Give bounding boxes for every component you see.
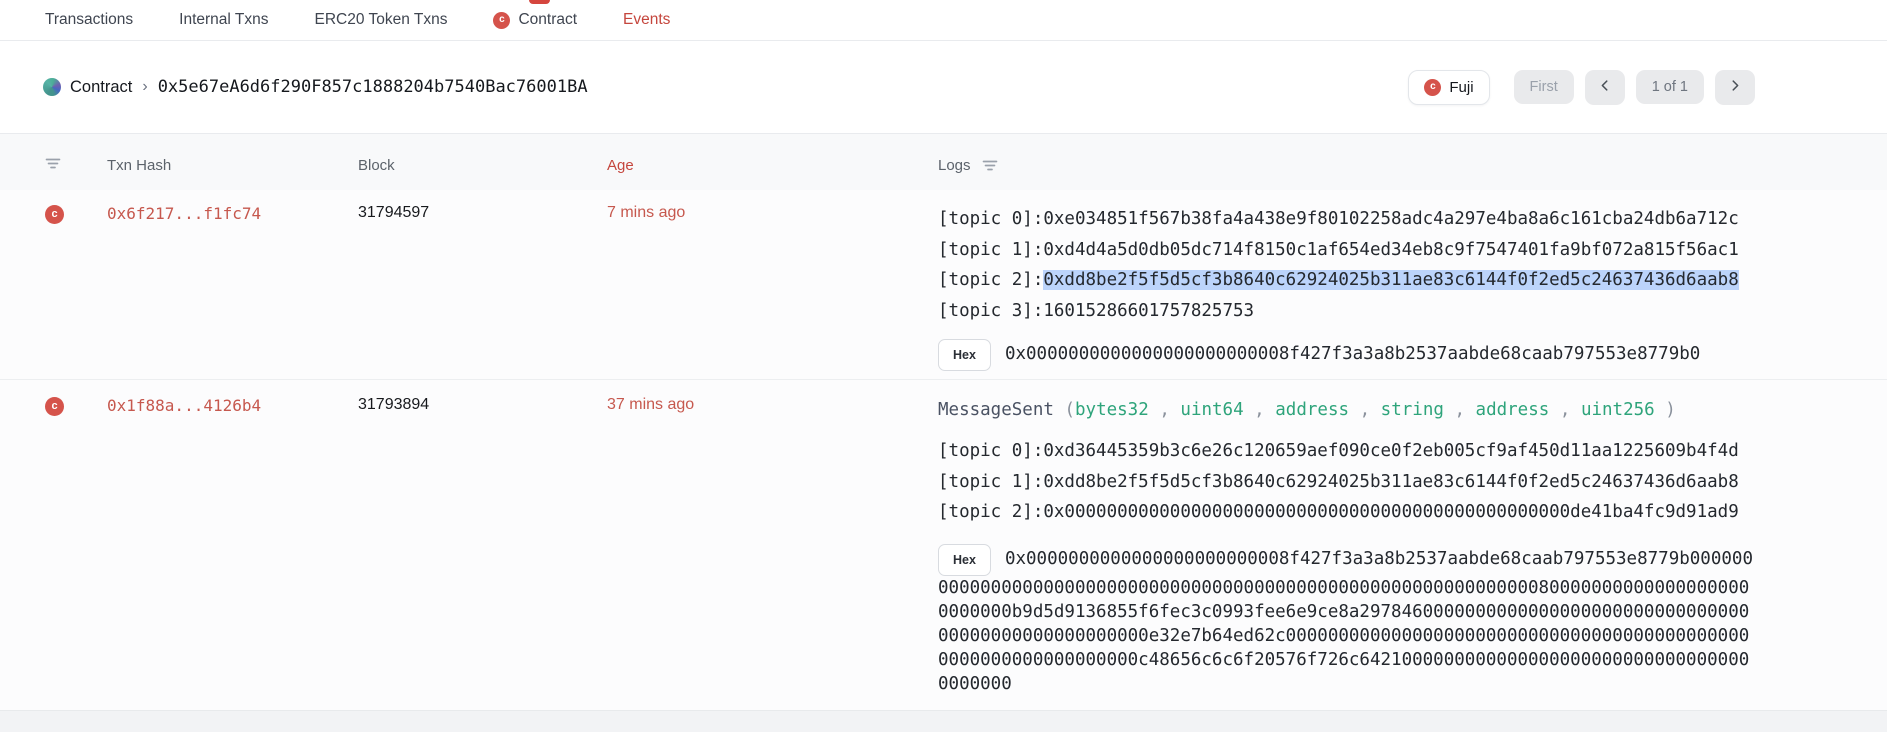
topic-value: 0xd4d4a5d0db05dc714f8150c1af654ed34eb8c9… xyxy=(1043,240,1738,260)
comma: , xyxy=(1360,400,1371,420)
tab-contract[interactable]: c Contract xyxy=(493,11,577,29)
hex-toggle-button[interactable]: Hex xyxy=(938,339,991,371)
breadcrumb-label: Contract xyxy=(70,78,132,97)
tab-label: Events xyxy=(623,11,670,29)
tab-events[interactable]: Events xyxy=(623,11,670,29)
network-name: Fuji xyxy=(1449,79,1473,96)
col-header-txn-hash: Txn Hash xyxy=(107,157,358,174)
event-log-row: c 0x6f217...f1fc74 31794597 7 mins ago [… xyxy=(0,190,1887,380)
comma: , xyxy=(1254,400,1265,420)
topic-value: 0xe034851f567b38fa4a438e9f80102258adc4a2… xyxy=(1043,209,1738,229)
topic-line: [topic 0]:0xd36445359b3c6e26c120659aef09… xyxy=(938,436,1887,467)
topic-label: [topic 1]: xyxy=(938,472,1043,492)
chevron-left-icon xyxy=(1598,78,1612,97)
topic-label: [topic 2]: xyxy=(938,502,1043,522)
col-header-age[interactable]: Age xyxy=(607,157,938,174)
topic-label: [topic 1]: xyxy=(938,240,1043,260)
topic-label: [topic 2]: xyxy=(938,270,1043,290)
param-type: string xyxy=(1381,400,1444,420)
log-data: Hex 0x0000000000000000000000008f427f3a3a8… xyxy=(938,339,1758,371)
logs-cell: [topic 0]:0xe034851f567b38fa4a438e9f8010… xyxy=(938,202,1887,371)
block-number: 31793894 xyxy=(358,396,429,413)
event-signature: MessageSent (bytes32 , uint64 , address … xyxy=(938,396,1887,424)
topic-line: [topic 2]:0xdd8be2f5f5d5cf3b8640c6292402… xyxy=(938,265,1887,296)
topic-label: [topic 3]: xyxy=(938,301,1043,321)
hex-data: 0x0000000000000000000000008f427f3a3a8b25… xyxy=(1005,344,1700,364)
paren-open: ( xyxy=(1064,400,1075,420)
prev-page-button[interactable] xyxy=(1585,70,1625,105)
page-indicator: 1 of 1 xyxy=(1636,70,1704,104)
comma: , xyxy=(1159,400,1170,420)
event-name: MessageSent xyxy=(938,400,1054,420)
topic-value: 0xdd8be2f5f5d5cf3b8640c62924025b311ae83c… xyxy=(1043,472,1738,492)
tab-label: Internal Txns xyxy=(179,11,268,29)
txn-hash-link[interactable]: 0x1f88a...4126b4 xyxy=(107,396,261,415)
topic-value: 0x00000000000000000000000000000000000000… xyxy=(1043,502,1738,522)
table-header: Txn Hash Block Age Logs xyxy=(0,134,1887,190)
param-type: bytes32 xyxy=(1075,400,1149,420)
tab-label: Transactions xyxy=(45,11,133,29)
col-header-logs: Logs xyxy=(938,157,971,174)
breadcrumb-separator-icon: › xyxy=(141,78,148,96)
logs-filter-icon[interactable] xyxy=(982,159,998,172)
contract-avatar-icon xyxy=(43,78,61,96)
param-type: address xyxy=(1275,400,1349,420)
tab-internal-txns[interactable]: Internal Txns xyxy=(179,11,268,29)
first-page-button[interactable]: First xyxy=(1514,70,1574,104)
topic-label: [topic 0]: xyxy=(938,441,1043,461)
tab-transactions[interactable]: Transactions xyxy=(45,11,133,29)
log-data: Hex0x0000000000000000000000008f427f3a3a8… xyxy=(938,544,1758,696)
clipped-badge xyxy=(529,0,550,4)
topic-label: [topic 0]: xyxy=(938,209,1043,229)
topic-line: [topic 0]:0xe034851f567b38fa4a438e9f8010… xyxy=(938,204,1887,235)
network-badge-button[interactable]: c Fuji xyxy=(1408,70,1489,105)
paren-close: ) xyxy=(1665,400,1676,420)
tab-label: Contract xyxy=(518,11,577,29)
next-page-button[interactable] xyxy=(1715,70,1755,105)
filter-icon[interactable] xyxy=(45,157,61,170)
topic-value-selected: 0xdd8be2f5f5d5cf3b8640c62924025b311ae83c… xyxy=(1043,270,1738,290)
logs-cell: MessageSent (bytes32 , uint64 , address … xyxy=(938,394,1887,696)
hex-toggle-button[interactable]: Hex xyxy=(938,544,991,576)
age-text: 37 mins ago xyxy=(607,396,694,413)
age-text: 7 mins ago xyxy=(607,204,685,221)
tab-erc20-token-txns[interactable]: ERC20 Token Txns xyxy=(314,11,447,29)
topic-value: 0xd36445359b3c6e26c120659aef090ce0f2eb00… xyxy=(1043,441,1738,461)
topic-value: 16015286601757825753 xyxy=(1043,301,1254,321)
topic-line: [topic 2]:0x0000000000000000000000000000… xyxy=(938,497,1887,528)
comma: , xyxy=(1560,400,1571,420)
fuji-network-icon: c xyxy=(1424,79,1441,96)
contract-call-badge-icon: c xyxy=(45,205,64,224)
param-type: uint64 xyxy=(1180,400,1243,420)
chevron-right-icon xyxy=(1728,78,1742,97)
breadcrumb: Contract › 0x5e67eA6d6f290F857c1888204b7… xyxy=(43,77,588,97)
col-header-block: Block xyxy=(358,157,607,174)
txn-hash-link[interactable]: 0x6f217...f1fc74 xyxy=(107,204,261,223)
contract-address: 0x5e67eA6d6f290F857c1888204b7540Bac76001… xyxy=(158,77,588,97)
comma: , xyxy=(1454,400,1465,420)
topic-line: [topic 3]:16015286601757825753 xyxy=(938,296,1887,327)
topic-line: [topic 1]:0xd4d4a5d0db05dc714f8150c1af65… xyxy=(938,235,1887,266)
event-log-row: c 0x1f88a...4126b4 31793894 37 mins ago … xyxy=(0,380,1887,710)
topic-line: [topic 1]:0xdd8be2f5f5d5cf3b8640c6292402… xyxy=(938,467,1887,498)
hex-data: 0x0000000000000000000000008f427f3a3a8b25… xyxy=(938,549,1753,694)
contract-badge-icon: c xyxy=(493,12,510,29)
param-type: uint256 xyxy=(1581,400,1655,420)
contract-header: Contract › 0x5e67eA6d6f290F857c1888204b7… xyxy=(0,41,1887,134)
pagination-controls: c Fuji First 1 of 1 xyxy=(1408,70,1755,105)
next-row-edge xyxy=(0,710,1887,732)
events-page: Transactions Internal Txns ERC20 Token T… xyxy=(0,0,1887,732)
block-number: 31794597 xyxy=(358,204,429,221)
param-type: address xyxy=(1476,400,1550,420)
contract-call-badge-icon: c xyxy=(45,397,64,416)
tab-label: ERC20 Token Txns xyxy=(314,11,447,29)
tab-bar: Transactions Internal Txns ERC20 Token T… xyxy=(0,0,1887,41)
